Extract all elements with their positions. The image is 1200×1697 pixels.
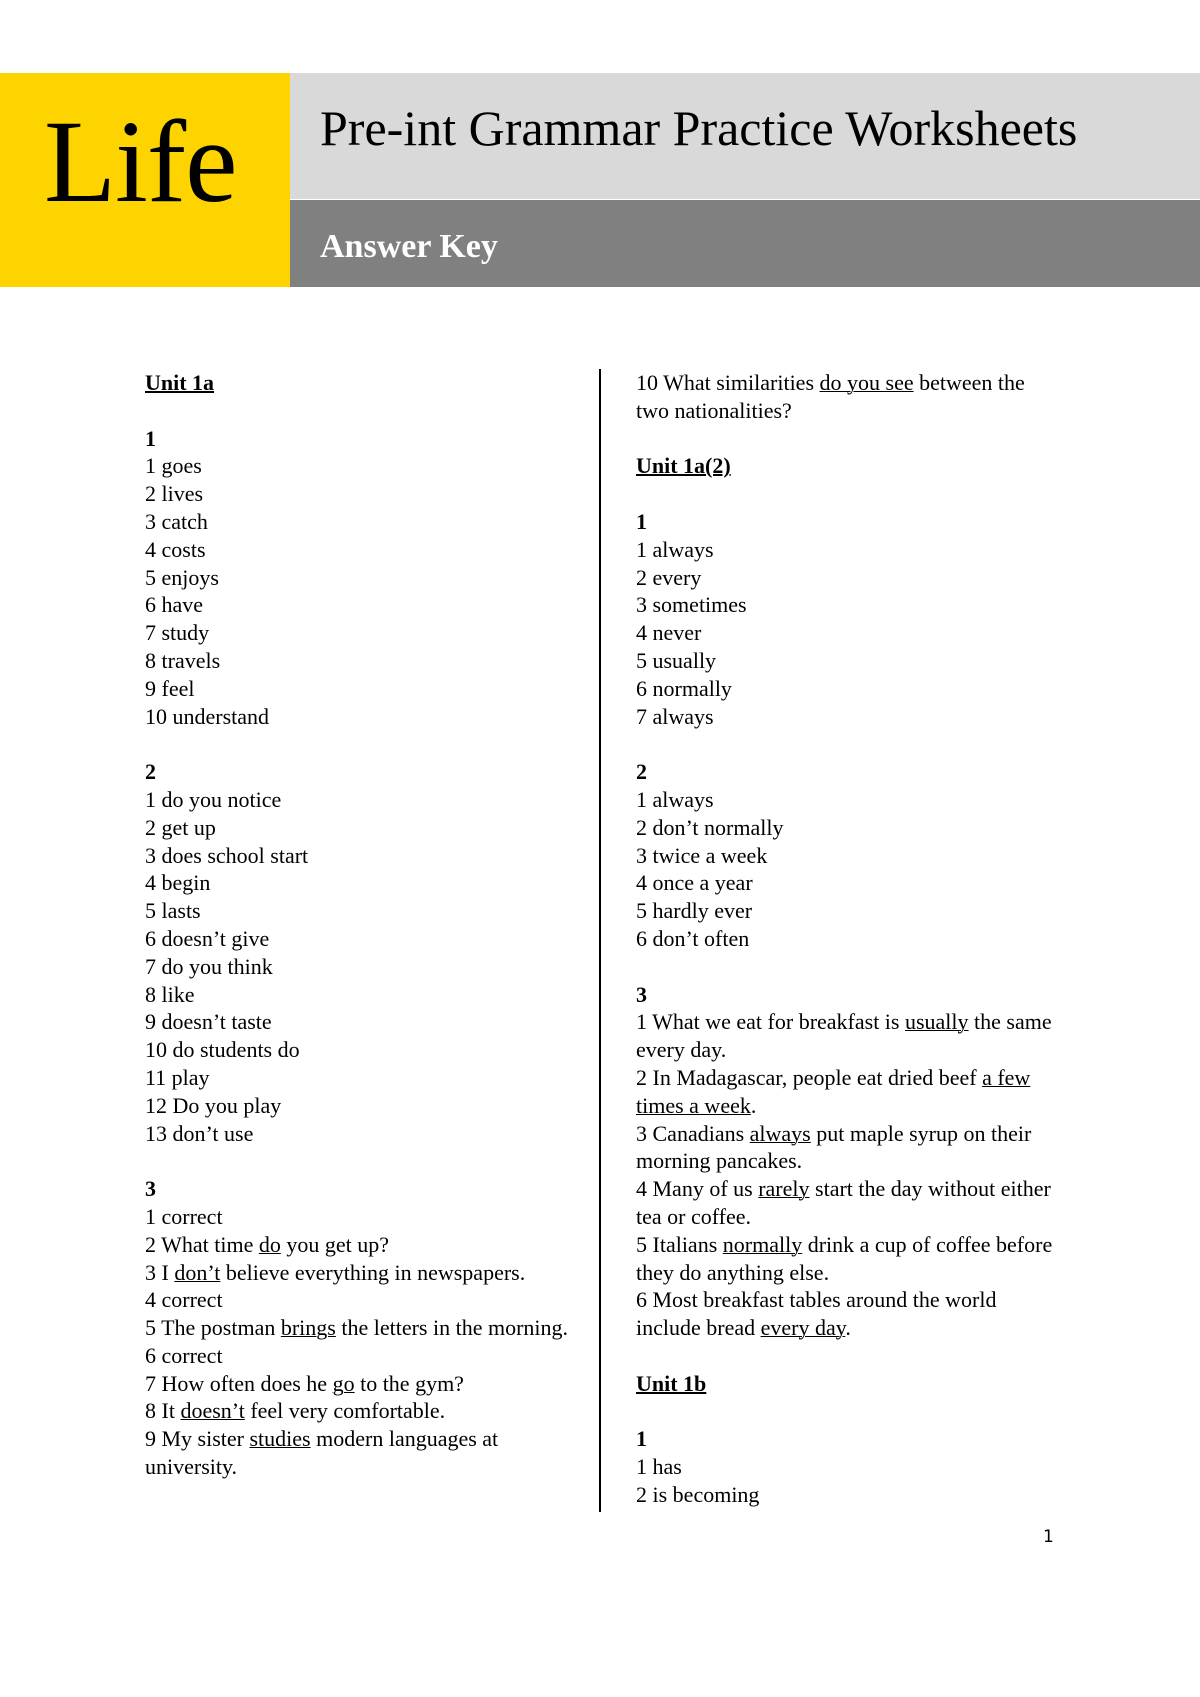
- answer-line: 1 has: [636, 1454, 682, 1480]
- exercise-number: 1: [636, 508, 647, 534]
- underlined-answer: always: [749, 1120, 811, 1146]
- answer-line: 1 correct: [145, 1203, 223, 1229]
- answer-continuation: 10 What similarities do you see between …: [636, 370, 1025, 423]
- column-divider: [599, 369, 601, 1512]
- left-column: Unit 1a 11 goes 2 lives 3 catch 4 costs 5 en…: [145, 369, 575, 1481]
- underlined-answer: usually: [904, 1009, 969, 1035]
- exercise-list: 11 goes 2 lives 3 catch 4 costs 5 enjoys 6 ha…: [145, 425, 575, 1481]
- answer-line: 8 travels: [145, 647, 221, 673]
- answer-line: 3 I don’t believe everything in newspape…: [145, 1259, 526, 1285]
- exercise-list: 11 has 2 is becoming: [636, 1425, 1056, 1508]
- answer-line: 5 enjoys: [145, 564, 219, 590]
- exercise-number: 2: [145, 759, 156, 785]
- answer-line: 4 never: [636, 620, 702, 646]
- answer-line: 5 The postman brings the letters in the …: [145, 1315, 569, 1341]
- answer-line: 3 does school start: [145, 842, 309, 868]
- answer-line: 2 is becoming: [636, 1481, 760, 1507]
- underlined-answer: rarely: [758, 1176, 810, 1202]
- answer-line: 6 Most breakfast tables around the world…: [636, 1287, 997, 1341]
- answer-line: 8 It doesn’t feel very comfortable.: [145, 1398, 446, 1424]
- exercise-number: 1: [636, 1426, 647, 1452]
- logo: Life: [44, 96, 238, 227]
- underlined-answer: brings: [280, 1315, 336, 1341]
- exercise-number: 2: [636, 759, 647, 785]
- answer-line: 9 doesn’t taste: [145, 1009, 272, 1035]
- answer-line: 1 What we eat for breakfast is usually t…: [636, 1009, 1052, 1063]
- answer-line: 1 do you notice: [145, 786, 282, 812]
- answer-line: 10 do students do: [145, 1037, 300, 1063]
- exercise-number: 3: [636, 981, 647, 1007]
- answer-line: 1 always: [636, 786, 714, 812]
- answer-line: 4 correct: [145, 1287, 223, 1313]
- answer-line: 11 play: [145, 1064, 210, 1090]
- answer-line: 13 don’t use: [145, 1120, 254, 1146]
- answer-line: 2 What time do you get up?: [145, 1231, 390, 1257]
- underlined-answer: don’t: [174, 1259, 221, 1285]
- answer-line: 4 Many of us rarely start the day withou…: [636, 1176, 1051, 1229]
- underlined-answer: studies: [249, 1426, 311, 1452]
- answer-line: 7 always: [636, 703, 714, 729]
- answer-line: 6 doesn’t give: [145, 925, 270, 951]
- answer-line: 4 begin: [145, 870, 211, 896]
- answer-line: 7 How often does he go to the gym?: [145, 1370, 464, 1396]
- answer-line: 4 once a year: [636, 870, 753, 896]
- underlined-answer: doesn’t: [180, 1398, 245, 1424]
- answer-line: 10 understand: [145, 703, 270, 729]
- answer-line: 6 have: [145, 592, 204, 618]
- exercise-list: 11 always 2 every 3 sometimes 4 never 5 usua…: [636, 508, 1056, 1342]
- answer-line: 8 like: [145, 981, 195, 1007]
- answer-line: 7 study: [145, 620, 210, 646]
- answer-line: 12 Do you play: [145, 1092, 282, 1118]
- document-title: Pre-int Grammar Practice Worksheets: [320, 100, 1078, 156]
- unit-heading: Unit 1a: [145, 370, 215, 395]
- answer-line: 6 normally: [636, 675, 732, 701]
- answer-line: 6 don’t often: [636, 925, 750, 951]
- answer-line: 3 sometimes: [636, 592, 747, 618]
- page-number: 1: [1043, 1527, 1054, 1547]
- exercise-number: 3: [145, 1176, 156, 1202]
- underlined-answer: normally: [722, 1231, 803, 1257]
- answer-line: 4 costs: [145, 536, 206, 562]
- answer-line: 1 always: [636, 536, 714, 562]
- answer-line: 3 Canadians always put maple syrup on th…: [636, 1120, 1032, 1174]
- title-block: Pre-int Grammar Practice Worksheets: [290, 73, 1200, 199]
- unit-heading: Unit 1b: [636, 1370, 707, 1396]
- header-banner: Life Pre-int Grammar Practice Worksheets…: [0, 73, 1200, 287]
- answer-line: 2 lives: [145, 481, 204, 507]
- document-subtitle: Answer Key: [320, 228, 498, 265]
- answer-line: 3 twice a week: [636, 842, 768, 868]
- answer-line: 3 catch: [145, 508, 208, 534]
- answer-line: 2 get up: [145, 814, 216, 840]
- answer-line: 5 hardly ever: [636, 898, 753, 924]
- exercise-number: 1: [145, 425, 156, 451]
- underlined-answer: go: [332, 1370, 355, 1396]
- underlined-answer: do: [258, 1231, 281, 1257]
- answer-line: 2 In Madagascar, people eat dried beef a…: [636, 1064, 1031, 1118]
- answer-line: 2 every: [636, 564, 702, 590]
- unit-heading: Unit 1a(2): [636, 453, 731, 479]
- underlined-answer: every day: [760, 1315, 846, 1341]
- answer-line: 6 correct: [145, 1342, 223, 1368]
- subtitle-block: Answer Key: [290, 200, 1200, 287]
- right-column: 10 What similarities do you see between …: [636, 369, 1056, 1509]
- answer-line: 9 My sister studies modern languages at …: [145, 1426, 499, 1480]
- answer-line: 2 don’t normally: [636, 814, 784, 840]
- answer-line: 9 feel: [145, 675, 195, 701]
- logo-block: Life: [0, 73, 290, 287]
- answer-line: 5 Italians normally drink a cup of coffe…: [636, 1231, 1053, 1285]
- answer-line: 5 usually: [636, 647, 717, 673]
- answer-line: 1 goes: [145, 453, 202, 479]
- answer-line: 7 do you think: [145, 953, 273, 979]
- answer-line: 5 lasts: [145, 898, 201, 924]
